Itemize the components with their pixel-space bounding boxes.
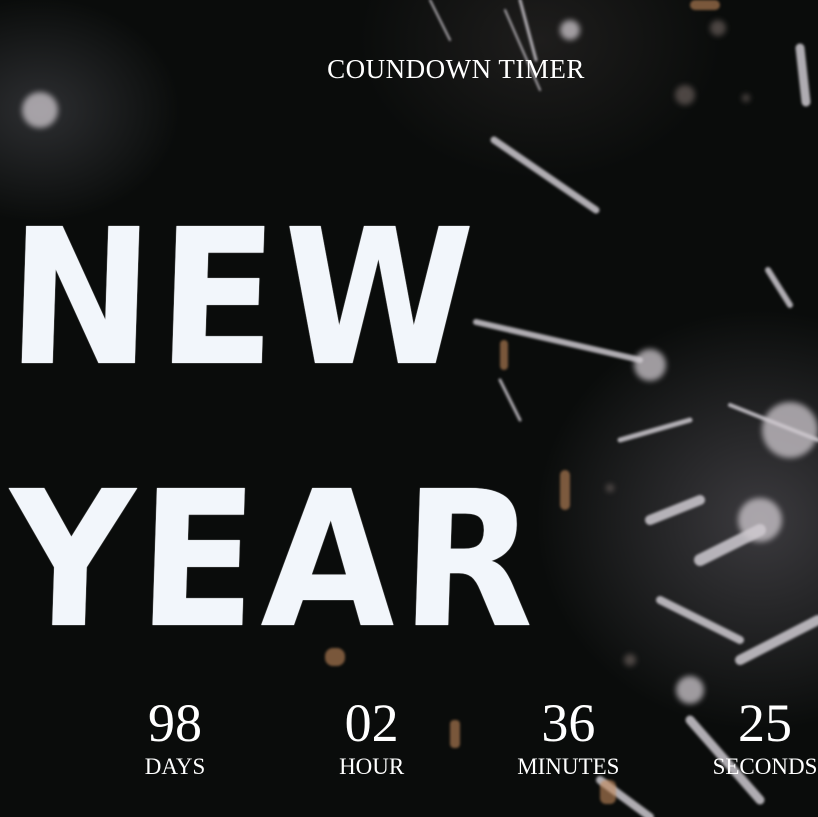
countdown-timer: 98 DAYS 02 HOUR 36 MINUTES 25 SECONDS [100,692,818,780]
countdown-hours: 02 HOUR [297,692,447,780]
hours-label: HOUR [339,754,405,779]
minutes-value: 36 [541,693,596,753]
countdown-days: 98 DAYS [100,692,250,780]
page-title: COUNDOWN TIMER [327,54,585,84]
minutes-label: MINUTES [517,754,620,779]
hero-line-new: NEW [4,189,482,408]
days-value: 98 [148,693,202,753]
hours-value: 02 [344,693,399,753]
hero-line-year: YEAR [4,451,545,670]
seconds-value: 25 [737,693,792,753]
hero-heading: NEW YEAR [4,168,587,692]
countdown-seconds: 25 SECONDS [690,692,818,780]
days-label: DAYS [144,754,206,779]
seconds-label: SECONDS [712,754,818,779]
countdown-page: COUNDOWN TIMER NEW YEAR 98 DAYS 02 HOUR … [0,0,818,817]
countdown-minutes: 36 MINUTES [493,692,643,780]
